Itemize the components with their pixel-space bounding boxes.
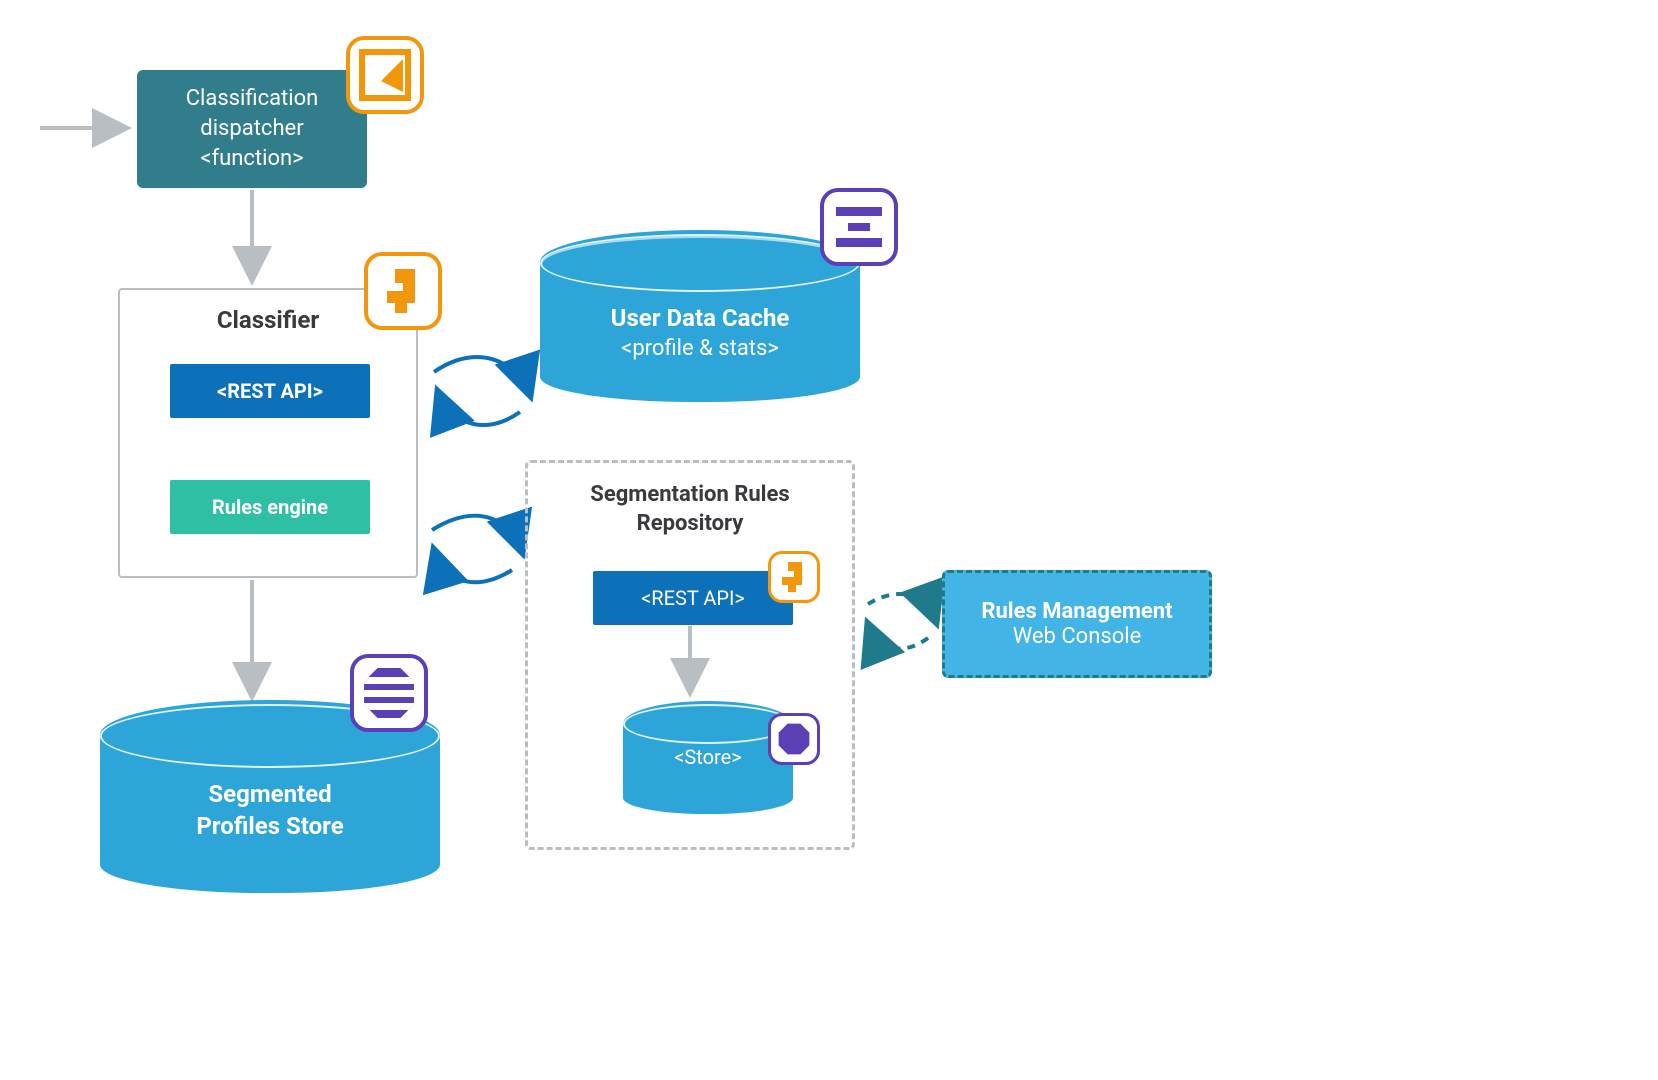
step-shape-icon — [364, 252, 442, 330]
rules-management-title: Rules Management — [945, 599, 1209, 624]
sps-line2: Profiles Store — [100, 812, 440, 840]
sps-line1: Segmented — [100, 780, 440, 808]
triangle-in-square-icon — [346, 36, 424, 114]
rules-engine: Rules engine — [170, 480, 370, 534]
dispatcher-line2: dispatcher — [137, 114, 367, 144]
solid-circle-icon — [768, 713, 820, 765]
classifier-rest-api-label: <REST API> — [217, 379, 323, 403]
rules-engine-label: Rules engine — [212, 495, 328, 519]
repo-rest-api: <REST API> — [593, 571, 793, 625]
dispatcher-line3: <function> — [137, 144, 367, 174]
rules-management: Rules Management Web Console — [942, 570, 1212, 678]
bars-icon — [820, 188, 898, 266]
segmentation-rules-repository: Segmentation Rules Repository <REST API>… — [525, 460, 855, 850]
repo-rest-api-label: <REST API> — [641, 586, 745, 610]
user-data-cache: User Data Cache <profile & stats> — [540, 230, 860, 400]
rules-management-subtitle: Web Console — [945, 624, 1209, 649]
striped-octagon-icon — [350, 654, 428, 732]
dispatcher-line1: Classification — [137, 84, 367, 114]
repo-title-line1: Segmentation Rules — [528, 481, 852, 510]
classifier-rest-api: <REST API> — [170, 364, 370, 418]
repo-title-line2: Repository — [528, 510, 852, 539]
repo-store: <Store> — [623, 701, 793, 811]
classifier-container: Classifier <REST API> Rules engine — [118, 288, 418, 578]
user-data-cache-title: User Data Cache — [540, 304, 860, 332]
classification-dispatcher: Classification dispatcher <function> — [137, 70, 367, 188]
step-shape-icon — [768, 551, 820, 603]
user-data-cache-subtitle: <profile & stats> — [540, 336, 860, 361]
